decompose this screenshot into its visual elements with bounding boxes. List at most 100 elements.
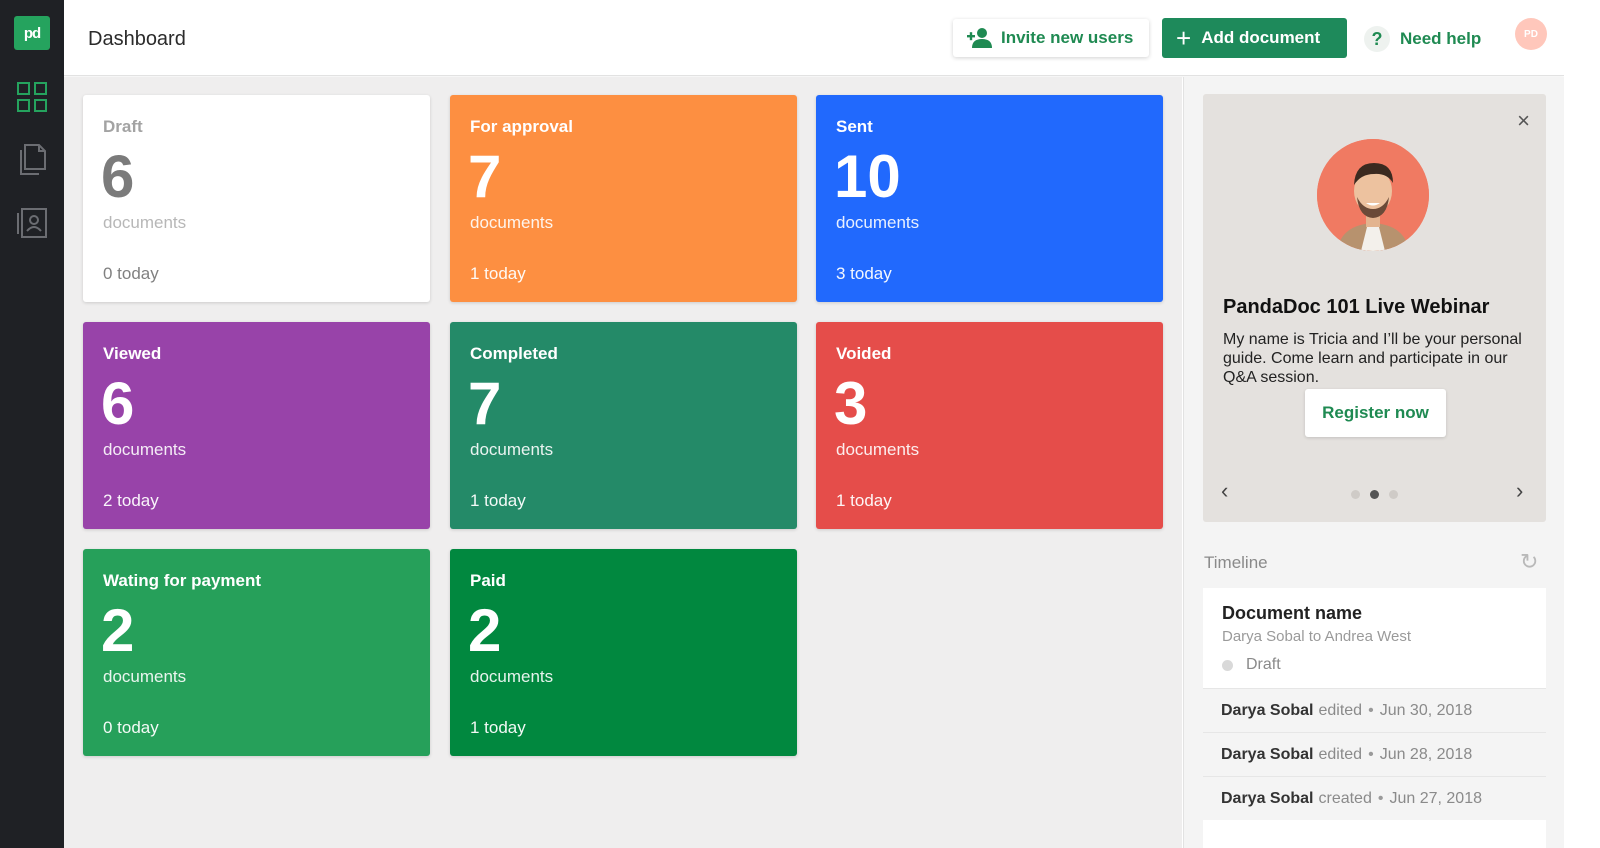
card-title: Draft <box>103 117 143 136</box>
refresh-icon[interactable]: ↻ <box>1520 549 1538 575</box>
invite-users-button[interactable]: Invite new users <box>953 19 1149 57</box>
event-separator: • <box>1377 789 1384 807</box>
page-edge <box>1564 0 1600 848</box>
add-document-label: Add document <box>1201 28 1321 47</box>
nav-dashboard[interactable] <box>16 81 48 113</box>
promo-title: PandaDoc 101 Live Webinar <box>1223 296 1490 318</box>
card-title: Voided <box>836 344 892 363</box>
card-count: 2 <box>101 597 135 664</box>
event-user: Darya Sobal <box>1221 745 1314 763</box>
carousel-dots <box>1351 490 1398 499</box>
register-now-button[interactable]: Register now <box>1305 389 1446 437</box>
top-header: Dashboard Invite new users + Add documen… <box>64 0 1564 76</box>
card-title: Viewed <box>103 344 162 363</box>
card-unit: documents <box>836 440 920 459</box>
card-unit: documents <box>103 440 187 459</box>
left-rail: pd <box>0 0 64 848</box>
card-today: 1 today <box>470 718 526 737</box>
presenter-photo <box>1317 139 1429 251</box>
event-user: Darya Sobal <box>1221 789 1314 807</box>
card-unit: documents <box>836 213 920 232</box>
right-panel: × PandaDoc 101 Live Webinar My name is T… <box>1183 77 1564 848</box>
card-unit: documents <box>103 667 187 686</box>
nav-documents[interactable] <box>16 144 48 176</box>
user-avatar[interactable]: PD <box>1515 18 1547 50</box>
card-title: Wating for payment <box>103 571 262 590</box>
card-count: 2 <box>468 597 502 664</box>
event-date: Jun 30, 2018 <box>1379 701 1473 719</box>
card-completed[interactable]: Completed 7 documents 1 today <box>450 322 797 529</box>
card-count: 7 <box>468 370 502 437</box>
card-draft[interactable]: Draft 6 documents 0 today <box>83 95 430 302</box>
documents-icon <box>20 144 46 175</box>
need-help-button[interactable]: ? Need help <box>1364 24 1481 54</box>
card-unit: documents <box>470 213 554 232</box>
card-unit: documents <box>470 440 554 459</box>
invite-users-label: Invite new users <box>1001 28 1134 47</box>
carousel-dot-active[interactable] <box>1370 490 1379 499</box>
event-user: Darya Sobal <box>1221 701 1314 719</box>
card-title: Paid <box>470 571 506 590</box>
card-title: Completed <box>470 344 558 363</box>
event-action: created <box>1318 789 1372 807</box>
card-today: 3 today <box>836 264 892 283</box>
need-help-label: Need help <box>1400 29 1482 48</box>
card-title: Sent <box>836 117 873 136</box>
card-today: 1 today <box>470 264 526 283</box>
promo-text: My name is Tricia and I’ll be your perso… <box>1223 331 1522 386</box>
card-today: 1 today <box>836 491 892 510</box>
card-today: 2 today <box>103 491 159 510</box>
card-for-approval[interactable]: For approval 7 documents 1 today <box>450 95 797 302</box>
card-title: For approval <box>470 117 573 136</box>
card-today: 0 today <box>103 264 159 283</box>
carousel-dot[interactable] <box>1389 490 1398 499</box>
timeline-document-name[interactable]: Document name <box>1222 603 1362 624</box>
carousel-dot[interactable] <box>1351 490 1360 499</box>
card-paid[interactable]: Paid 2 documents 1 today <box>450 549 797 756</box>
status-label: Draft <box>1246 656 1281 673</box>
presenter-avatar-illustration <box>1317 139 1429 251</box>
dashboard-main: Draft 6 documents 0 today For approval 7… <box>64 77 1182 848</box>
card-today: 0 today <box>103 718 159 737</box>
chevron-left-icon[interactable]: ‹ <box>1221 478 1228 504</box>
add-document-button[interactable]: + Add document <box>1162 18 1347 58</box>
event-separator: • <box>1368 745 1374 763</box>
event-separator: • <box>1368 701 1374 719</box>
card-count: 3 <box>834 370 868 437</box>
card-sent[interactable]: Sent 10 documents 3 today <box>816 95 1163 302</box>
card-viewed[interactable]: Viewed 6 documents 2 today <box>83 322 430 529</box>
card-count: 10 <box>834 143 901 210</box>
pandadoc-logo[interactable]: pd <box>14 16 50 50</box>
timeline-document-parties: Darya Sobal to Andrea West <box>1222 628 1411 645</box>
card-count: 6 <box>101 370 135 437</box>
card-today: 1 today <box>470 491 526 510</box>
card-unit: documents <box>470 667 554 686</box>
event-action: edited <box>1318 745 1363 763</box>
chevron-right-icon[interactable]: › <box>1516 478 1523 504</box>
card-count: 7 <box>468 143 502 210</box>
timeline-label: Timeline <box>1204 553 1268 572</box>
card-unit: documents <box>103 213 187 232</box>
card-waiting-payment[interactable]: Wating for payment 2 documents 0 today <box>83 549 430 756</box>
question-icon: ? <box>1364 26 1390 52</box>
event-date: Jun 27, 2018 <box>1389 789 1482 807</box>
card-voided[interactable]: Voided 3 documents 1 today <box>816 322 1163 529</box>
logo-text: pd <box>23 24 41 42</box>
timeline-event: Darya Sobal edited • Jun 28, 2018 <box>1203 732 1546 776</box>
event-action: edited <box>1318 701 1363 719</box>
webinar-promo: × PandaDoc 101 Live Webinar My name is T… <box>1203 94 1546 522</box>
nav-contacts[interactable] <box>16 207 48 239</box>
contacts-icon <box>17 208 47 238</box>
dashboard-grid-icon <box>17 82 47 112</box>
status-dot-icon <box>1222 659 1233 671</box>
timeline-event: Darya Sobal created • Jun 27, 2018 <box>1203 776 1546 820</box>
event-date: Jun 28, 2018 <box>1379 745 1473 763</box>
add-user-icon <box>967 28 992 48</box>
card-count: 6 <box>101 143 135 210</box>
timeline-card[interactable]: Document name Darya Sobal to Andrea West… <box>1203 588 1546 848</box>
close-icon[interactable]: × <box>1517 108 1530 134</box>
timeline-document-status: Draft <box>1222 656 1281 674</box>
page-title: Dashboard <box>88 28 186 50</box>
plus-icon: + <box>1176 23 1192 53</box>
timeline-event: Darya Sobal edited • Jun 30, 2018 <box>1203 688 1546 732</box>
